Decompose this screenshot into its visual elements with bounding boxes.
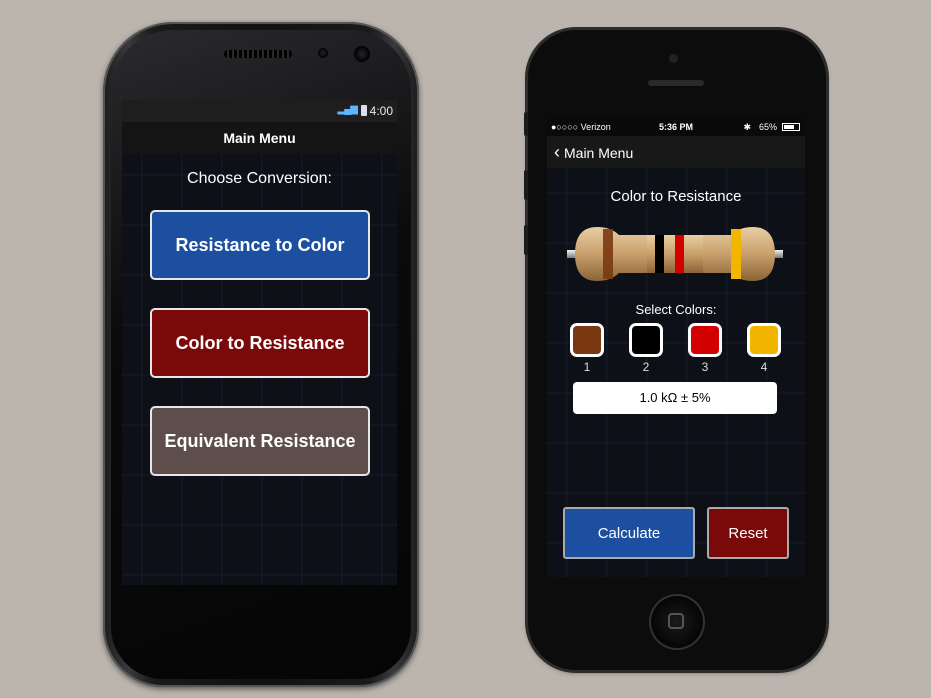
color-band-4 [731, 229, 741, 279]
android-status-bar: ▂▄▆ 4:00 [122, 100, 397, 122]
reset-button[interactable]: Reset [707, 507, 789, 559]
volume-down-button [524, 225, 528, 255]
sensor-dot [318, 48, 328, 58]
select-colors-label: Select Colors: [635, 302, 717, 317]
page-title: Color to Resistance [610, 188, 742, 205]
speaker-grille [224, 50, 292, 58]
battery-percent: 65% [758, 122, 777, 132]
chevron-left-icon: ‹ [554, 142, 560, 162]
volume-up-button [524, 170, 528, 200]
status-time: 4:00 [369, 104, 393, 118]
bluetooth-icon: ✱ [743, 122, 751, 132]
battery-icon [782, 123, 800, 131]
resistance-to-color-button[interactable]: Resistance to Color [150, 210, 370, 280]
color-swatch-4[interactable] [747, 323, 781, 357]
color-swatch-2[interactable] [629, 323, 663, 357]
home-button[interactable] [649, 594, 705, 650]
color-swatch-1[interactable] [570, 323, 604, 357]
equivalent-resistance-button[interactable]: Equivalent Resistance [150, 406, 370, 476]
signal-icon: ▂▄▆ [337, 104, 358, 115]
conversion-prompt: Choose Conversion: [187, 170, 332, 187]
front-camera [354, 46, 370, 62]
mute-switch [524, 112, 528, 136]
swatch-number: 3 [701, 360, 709, 374]
color-band-1 [603, 229, 613, 279]
color-swatch-3[interactable] [688, 323, 722, 357]
swatch-number: 4 [760, 360, 768, 374]
front-camera [669, 54, 678, 63]
nav-bar: ‹ Main Menu [547, 136, 805, 168]
swatch-number: 2 [642, 360, 650, 374]
earpiece-speaker [648, 80, 704, 86]
color-band-2 [655, 235, 664, 273]
battery-icon [361, 105, 367, 116]
iphone-screen: ●○○○○ Verizon 5:36 PM ✱ 65% ‹ Main Menu C… [547, 118, 805, 577]
swatch-number: 1 [583, 360, 591, 374]
back-button[interactable]: ‹ Main Menu [554, 136, 633, 169]
back-label: Main Menu [564, 145, 634, 161]
android-screen: ▂▄▆ 4:00 Main Menu Choose Conversion: Re… [122, 100, 397, 585]
color-band-3 [675, 235, 684, 273]
resistance-result: 1.0 kΩ ± 5% [573, 382, 777, 414]
page-title: Main Menu [122, 122, 397, 154]
home-square-icon [668, 613, 684, 629]
resistor-illustration [567, 227, 783, 281]
ios-status-bar: ●○○○○ Verizon 5:36 PM ✱ 65% [547, 118, 805, 136]
color-to-resistance-button[interactable]: Color to Resistance [150, 308, 370, 378]
calculate-button[interactable]: Calculate [563, 507, 695, 559]
